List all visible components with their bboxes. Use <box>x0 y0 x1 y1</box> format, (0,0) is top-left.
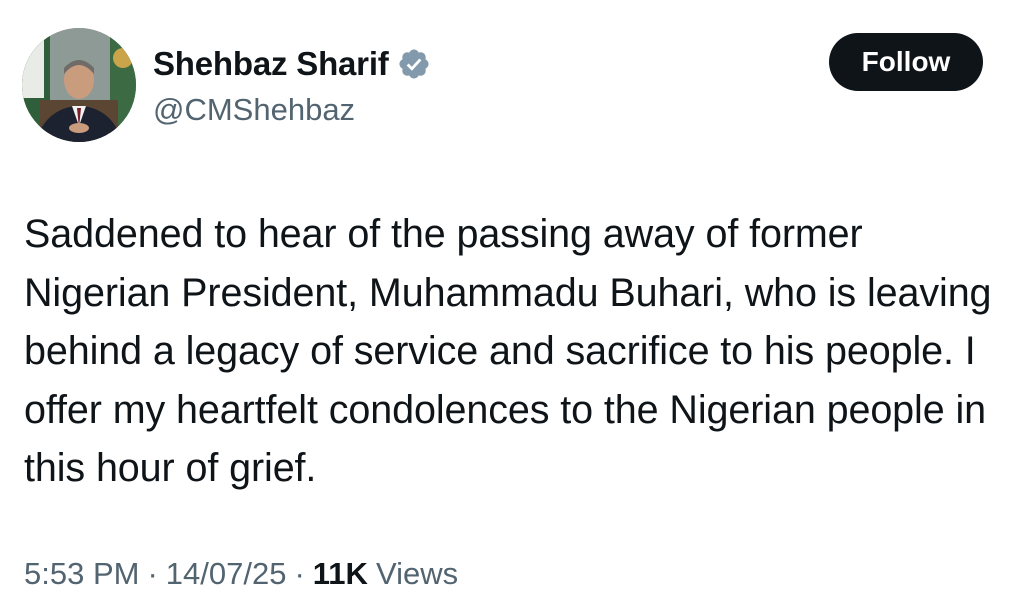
avatar-photo <box>22 28 136 142</box>
views-label: Views <box>375 556 459 591</box>
meta-separator: · <box>294 556 305 591</box>
tweet-card: Shehbaz Sharif @CMShehbaz Follow Saddene… <box>0 0 1024 610</box>
tweet-text: Saddened to hear of the passing away of … <box>24 212 1003 490</box>
tweet-time[interactable]: 5:53 PM <box>24 556 139 592</box>
meta-separator: · <box>147 556 158 591</box>
views-count: 11K <box>312 556 368 591</box>
author-display-name[interactable]: Shehbaz Sharif <box>153 45 389 83</box>
follow-button[interactable]: Follow <box>829 33 983 91</box>
avatar[interactable] <box>22 28 136 142</box>
tweet-meta: 5:53 PM · 14/07/25 · 11K Views <box>24 556 458 592</box>
author-handle[interactable]: @CMShehbaz <box>153 92 355 128</box>
author-name-row: Shehbaz Sharif <box>153 42 431 86</box>
verified-badge-icon <box>397 47 431 81</box>
tweet-date[interactable]: 14/07/25 <box>166 556 287 592</box>
